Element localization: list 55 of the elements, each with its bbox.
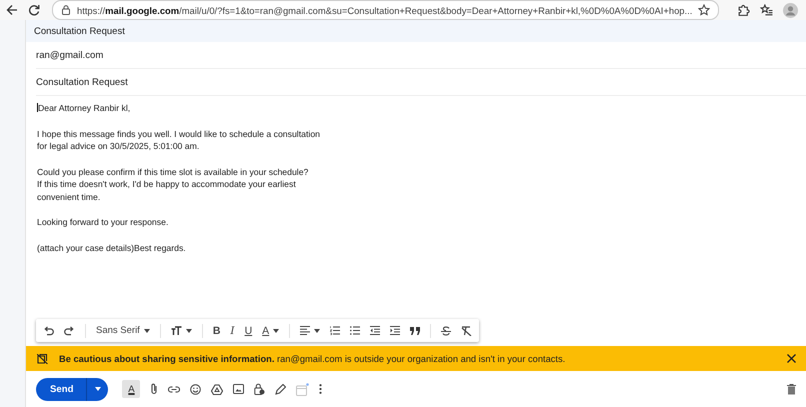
address-bar[interactable]: https://mail.google.com/mail/u/0/?fs=1&to=ran@gmail.com&su=Consultation+Request&body=Dear+Attorney+Ranbir+kl,%0D%0A%0D%0AI+hop... — [52, 0, 720, 20]
warning-message: Be cautious about sharing sensitive information. ran@gmail.com is outside your organization and isn't in your contacts. — [59, 354, 566, 364]
quote-icon[interactable] — [410, 326, 420, 334]
caret-icon — [94, 387, 101, 391]
puzzle-icon[interactable] — [737, 4, 750, 16]
star-icon[interactable] — [698, 4, 710, 16]
align-icon — [300, 326, 310, 335]
avatar-icon[interactable] — [783, 2, 798, 18]
send-options-button[interactable] — [87, 378, 108, 400]
redo-icon[interactable] — [64, 326, 75, 336]
caret-icon — [314, 328, 320, 332]
body-paragraph: Could you please confirm if this time slot is available in your schedule? If this time doesn't work, I'd be happy to accommodate your earliest convenient time. — [37, 166, 310, 203]
emoji-icon[interactable] — [190, 384, 202, 394]
clear-formatting-icon[interactable] — [461, 326, 472, 336]
text-size-dropdown[interactable] — [170, 326, 192, 335]
more-options-icon[interactable] — [319, 384, 322, 394]
caret-icon — [144, 328, 150, 332]
formatting-options-button[interactable]: A — [122, 380, 140, 398]
numbered-list-icon[interactable] — [330, 326, 340, 335]
align-dropdown[interactable] — [300, 326, 320, 335]
link-icon[interactable] — [168, 386, 180, 392]
bold-button[interactable]: B — [212, 324, 220, 336]
indent-less-icon[interactable] — [370, 326, 380, 335]
drive-icon[interactable] — [211, 384, 224, 394]
compose-title: Consultation Request — [34, 26, 125, 36]
subject-field[interactable]: Consultation Request — [36, 76, 128, 88]
trash-icon[interactable] — [787, 384, 796, 394]
bulleted-list-icon[interactable] — [350, 326, 360, 335]
recipient-field[interactable]: ran@gmail.com — [36, 50, 104, 60]
caret-icon — [186, 328, 192, 332]
body-paragraph: Looking forward to your response. — [37, 216, 170, 228]
reload-icon[interactable] — [28, 4, 40, 16]
body-paragraph: Dear Attorney Ranbir kl, — [37, 102, 132, 114]
url-text: https://mail.google.com/mail/u/0/?fs=1&to=ran@gmail.com&su=Consultation+Request&body=Dear+Attorney+Ranbir+kl,%0D%0A%0D%0AI+hop... — [77, 4, 692, 16]
lock-clock-icon[interactable] — [254, 383, 266, 395]
body-paragraph: I hope this message finds you well. I would like to schedule a consultation for legal advice on 30/5/2025, 5:01:00 am. — [37, 128, 321, 152]
photo-icon[interactable] — [233, 384, 244, 394]
font-dropdown[interactable]: Sans Serif — [96, 325, 150, 336]
strikethrough-icon[interactable] — [441, 326, 452, 336]
lock-icon[interactable] — [61, 5, 71, 15]
back-icon[interactable] — [6, 4, 18, 16]
pen-icon[interactable] — [275, 384, 286, 394]
indent-more-icon[interactable] — [390, 326, 400, 335]
favorites-icon[interactable] — [760, 4, 774, 16]
attach-icon[interactable] — [150, 383, 158, 395]
send-button[interactable]: Send — [36, 378, 88, 400]
text-color-button[interactable]: A — [262, 324, 280, 336]
body-paragraph: (attach your case details)Best regards. — [37, 242, 187, 254]
italic-button[interactable]: I — [230, 324, 235, 336]
no-share-icon — [37, 354, 48, 364]
close-icon[interactable] — [787, 354, 796, 363]
undo-icon[interactable] — [43, 326, 54, 336]
text-size-icon — [170, 326, 182, 335]
underline-button[interactable]: U — [244, 324, 252, 336]
caret-icon — [273, 328, 280, 332]
